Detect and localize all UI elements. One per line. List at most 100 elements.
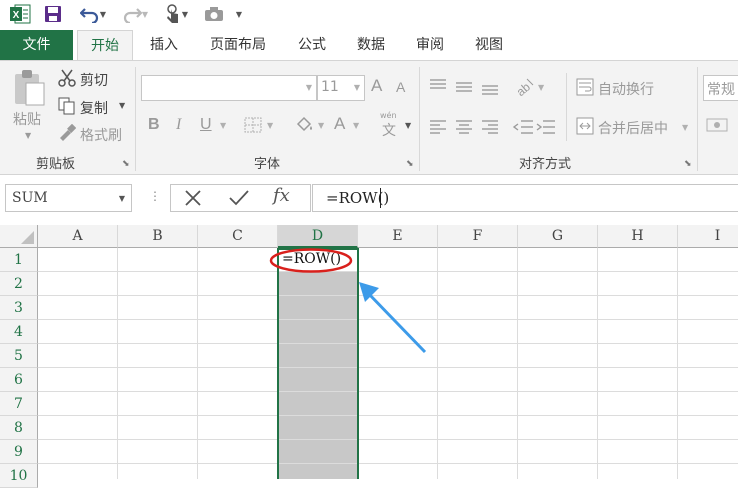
- underline-caret-icon[interactable]: ▼: [220, 121, 226, 130]
- font-color-button[interactable]: A: [334, 114, 345, 134]
- cancel-icon[interactable]: [183, 188, 203, 208]
- ribbon-tabs: 文件 开始 插入 页面布局 公式 数据 审阅 视图: [0, 30, 738, 60]
- row-header-1[interactable]: 1: [0, 248, 38, 272]
- borders-caret-icon[interactable]: ▼: [267, 121, 273, 130]
- group-divider: [419, 67, 420, 171]
- paste-button[interactable]: 粘贴: [13, 109, 41, 129]
- svg-text:X: X: [13, 10, 20, 21]
- tab-formulas[interactable]: 公式: [288, 30, 336, 60]
- phonetic-caret-icon[interactable]: ▼: [405, 121, 411, 130]
- grow-font-button[interactable]: A: [371, 76, 382, 96]
- gridline: [437, 248, 438, 479]
- touch-mode-icon[interactable]: ▼: [160, 3, 192, 25]
- shrink-font-button[interactable]: A: [396, 79, 405, 95]
- font-color-caret-icon[interactable]: ▼: [353, 121, 359, 130]
- format-painter-button[interactable]: 格式刷: [80, 125, 122, 145]
- column-header-a[interactable]: A: [38, 225, 118, 248]
- redo-icon[interactable]: ▼: [118, 3, 152, 25]
- name-box-value: SUM: [12, 190, 48, 206]
- insert-function-button[interactable]: fx: [273, 185, 290, 206]
- copy-button[interactable]: 复制: [80, 98, 108, 118]
- fill-color-caret-icon[interactable]: ▼: [318, 121, 324, 130]
- ribbon-home: 粘贴 ▼ 剪切 复制 ▼ 格式刷 剪贴板 ⬊ ▼ 11 ▼ A A B I U …: [0, 60, 738, 175]
- gridline: [597, 248, 598, 479]
- font-launcher-icon[interactable]: ⬊: [406, 159, 414, 169]
- tab-view[interactable]: 视图: [465, 30, 513, 60]
- phonetic-top-text: wén: [380, 111, 397, 120]
- row-header-10[interactable]: 10: [0, 464, 38, 488]
- column-header-g[interactable]: G: [518, 225, 598, 248]
- scissors-icon: [58, 69, 76, 87]
- gridline: [197, 248, 198, 479]
- paste-icon[interactable]: [12, 69, 46, 107]
- accounting-format-icon[interactable]: [706, 116, 732, 136]
- copy-icon: [58, 97, 76, 115]
- alignment-launcher-icon[interactable]: ⬊: [684, 159, 692, 169]
- column-header-e[interactable]: E: [358, 225, 438, 248]
- clipboard-launcher-icon[interactable]: ⬊: [122, 159, 130, 169]
- font-size-value: 11: [321, 79, 339, 95]
- tab-file[interactable]: 文件: [0, 30, 73, 60]
- copy-caret-icon[interactable]: ▼: [119, 101, 125, 110]
- indent-icons[interactable]: [512, 117, 559, 137]
- row-header-2[interactable]: 2: [0, 272, 38, 296]
- row-header-5[interactable]: 5: [0, 344, 38, 368]
- column-selection-border: [277, 248, 359, 479]
- enter-icon[interactable]: [228, 188, 250, 208]
- formula-input[interactable]: =ROW(): [312, 184, 738, 212]
- fill-color-icon[interactable]: [294, 115, 316, 135]
- column-header-f[interactable]: F: [438, 225, 518, 248]
- column-header-i[interactable]: I: [678, 225, 738, 248]
- row-header-4[interactable]: 4: [0, 320, 38, 344]
- gridline: [677, 248, 678, 479]
- annotation-arrow: [355, 278, 430, 356]
- column-header-d[interactable]: D: [278, 225, 358, 248]
- group-divider: [566, 73, 567, 141]
- more-options-icon[interactable]: ⋮: [149, 189, 161, 203]
- vertical-align-icons: [428, 77, 508, 97]
- highlight-ellipse: [269, 248, 353, 273]
- tab-page-layout[interactable]: 页面布局: [200, 30, 276, 60]
- excel-logo-icon: X: [8, 3, 32, 25]
- merge-caret-icon[interactable]: ▼: [682, 123, 688, 132]
- column-header-h[interactable]: H: [598, 225, 678, 248]
- gridline: [38, 439, 738, 440]
- text-cursor: [380, 188, 381, 208]
- row-header-8[interactable]: 8: [0, 416, 38, 440]
- gridline: [38, 391, 738, 392]
- font-size-box[interactable]: 11 ▼: [317, 75, 365, 101]
- bold-button[interactable]: B: [148, 116, 160, 134]
- tab-review[interactable]: 审阅: [406, 30, 454, 60]
- cut-button[interactable]: 剪切: [80, 70, 108, 90]
- row-header-9[interactable]: 9: [0, 440, 38, 464]
- font-name-box[interactable]: ▼: [141, 75, 317, 101]
- phonetic-guide-button[interactable]: wén 文: [379, 111, 403, 139]
- horizontal-align-icons: [428, 117, 508, 137]
- row-header-3[interactable]: 3: [0, 296, 38, 320]
- select-all-corner[interactable]: [0, 225, 38, 248]
- save-icon[interactable]: [42, 3, 64, 25]
- font-group-label: 字体: [254, 157, 281, 172]
- underline-button[interactable]: U: [200, 116, 212, 134]
- italic-button[interactable]: I: [176, 116, 181, 134]
- customize-caret-icon[interactable]: ▼: [233, 3, 245, 25]
- orientation-icon[interactable]: ab: [513, 77, 535, 99]
- paste-caret-icon[interactable]: ▼: [25, 131, 31, 140]
- column-header-b[interactable]: B: [118, 225, 198, 248]
- tab-home[interactable]: 开始: [77, 30, 133, 60]
- orientation-caret-icon[interactable]: ▼: [538, 83, 544, 92]
- borders-icon[interactable]: [243, 116, 263, 134]
- number-format-box[interactable]: 常规: [703, 75, 738, 101]
- row-header-7[interactable]: 7: [0, 392, 38, 416]
- tab-insert[interactable]: 插入: [140, 30, 188, 60]
- name-box-caret-icon[interactable]: ▼: [119, 194, 125, 203]
- number-format-value: 常规: [707, 82, 735, 98]
- tab-data[interactable]: 数据: [347, 30, 395, 60]
- column-header-c[interactable]: C: [198, 225, 278, 248]
- name-box[interactable]: SUM ▼: [5, 184, 132, 212]
- row-header-6[interactable]: 6: [0, 368, 38, 392]
- camera-icon[interactable]: [203, 3, 225, 25]
- undo-icon[interactable]: ▼: [76, 3, 110, 25]
- wrap-text-button[interactable]: 自动换行: [598, 79, 654, 99]
- merge-center-button[interactable]: 合并后居中: [598, 118, 668, 138]
